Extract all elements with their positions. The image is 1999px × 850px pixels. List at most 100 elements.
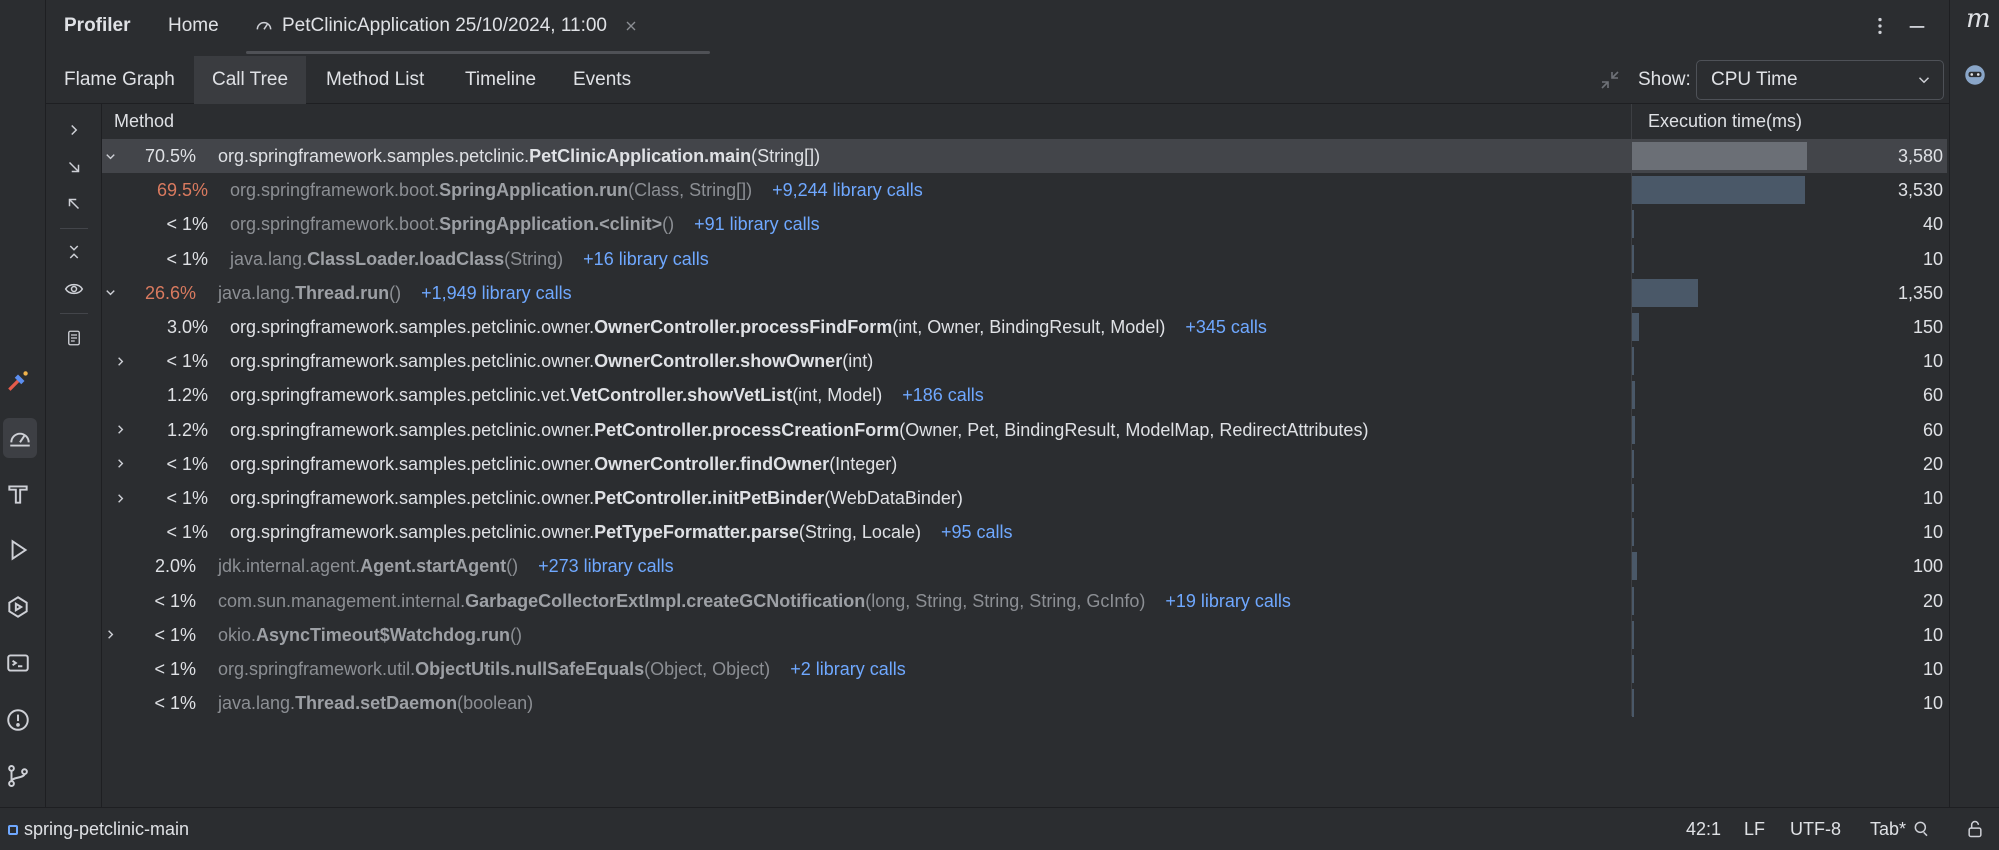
navigate-up-icon[interactable]	[60, 190, 88, 218]
chevron-right-icon[interactable]	[112, 447, 128, 481]
active-tab-indicator	[246, 51, 710, 54]
run-profiler-icon[interactable]	[0, 361, 36, 401]
library-calls-link[interactable]: +16 library calls	[583, 249, 709, 269]
execution-time-bar	[1632, 176, 1805, 205]
row-method: org.springframework.samples.petclinic.ow…	[230, 481, 963, 515]
services-icon[interactable]	[0, 587, 36, 627]
row-method: java.lang.ClassLoader.loadClass(String) +…	[230, 242, 709, 276]
row-method: org.springframework.samples.petclinic.ow…	[230, 447, 897, 481]
project-widget[interactable]: spring-petclinic-main	[8, 808, 189, 850]
column-method[interactable]: Method	[114, 104, 174, 139]
table-row[interactable]: < 1% org.springframework.util.ObjectUtils…	[102, 652, 1947, 686]
problems-icon[interactable]	[0, 700, 36, 740]
lock-icon[interactable]	[1965, 819, 1985, 839]
execution-time-bar	[1632, 518, 1634, 547]
library-calls-link[interactable]: +19 library calls	[1165, 591, 1291, 611]
navigate-down-icon[interactable]	[60, 153, 88, 181]
execution-time-bar	[1632, 142, 1807, 170]
chevron-right-icon[interactable]	[112, 344, 128, 378]
method-name: Thread.setDaemon	[295, 693, 458, 714]
method-name: VetController.showVetList	[570, 385, 793, 406]
table-row[interactable]: 26.6% java.lang.Thread.run() +1,949 librar…	[102, 276, 1947, 310]
table-row[interactable]: < 1% okio.AsyncTimeout$Watchdog.run() 10	[102, 618, 1947, 652]
table-row[interactable]: < 1% org.springframework.samples.petclini…	[102, 344, 1947, 378]
tab-method-list[interactable]: Method List	[308, 56, 442, 104]
table-row[interactable]: < 1% org.springframework.samples.petclini…	[102, 481, 1947, 515]
profiler-icon[interactable]	[3, 418, 37, 458]
build-icon[interactable]	[0, 474, 36, 514]
column-execution-time[interactable]: Execution time(ms)	[1648, 104, 1802, 139]
library-calls-link[interactable]: +91 library calls	[694, 214, 820, 234]
method-args: (int)	[842, 351, 874, 372]
method-package: org.springframework.util.	[218, 659, 416, 679]
library-calls-link[interactable]: +1,949 library calls	[421, 283, 572, 303]
file-encoding[interactable]: UTF-8	[1790, 808, 1841, 850]
chevron-right-icon[interactable]	[112, 413, 128, 447]
expand-icon[interactable]	[60, 116, 88, 144]
method-args: ()	[662, 214, 675, 235]
table-row[interactable]: 70.5% org.springframework.samples.petclin…	[102, 139, 1947, 173]
table-row[interactable]: < 1% org.springframework.boot.SpringAppli…	[102, 207, 1947, 241]
tab-call-tree[interactable]: Call Tree	[194, 56, 307, 104]
table-row[interactable]: 1.2% org.springframework.samples.petclini…	[102, 378, 1947, 412]
terminal-icon[interactable]	[0, 643, 36, 683]
document-icon[interactable]	[60, 324, 88, 352]
chevron-right-icon[interactable]	[112, 481, 128, 515]
method-name: ObjectUtils.nullSafeEquals	[415, 659, 645, 679]
close-icon[interactable]	[623, 18, 639, 34]
execution-time-bar	[1632, 313, 1639, 341]
more-options-icon[interactable]	[1869, 15, 1891, 37]
copilot-icon[interactable]	[1962, 62, 1988, 88]
tab-session[interactable]: PetClinicApplication 25/10/2024, 11:00	[254, 0, 639, 52]
row-percentage: 69.5%	[156, 180, 208, 201]
library-calls-link[interactable]: +2 library calls	[790, 659, 906, 679]
table-row[interactable]: 69.5% org.springframework.boot.SpringAppl…	[102, 173, 1947, 207]
settings-check-icon[interactable]	[1912, 819, 1932, 839]
tab-timeline[interactable]: Timeline	[447, 56, 554, 104]
table-row[interactable]: < 1% java.lang.ClassLoader.loadClass(Stri…	[102, 242, 1947, 276]
method-args: ()	[389, 282, 402, 303]
run-icon[interactable]	[0, 530, 36, 570]
tab-home[interactable]: Home	[168, 0, 219, 52]
method-package: org.springframework.boot.	[230, 214, 440, 235]
table-row[interactable]: < 1% org.springframework.samples.petclini…	[102, 515, 1947, 549]
collapse-arrows-icon[interactable]	[1598, 68, 1622, 92]
show-metric-select[interactable]: CPU Time	[1696, 60, 1944, 100]
minimize-icon[interactable]	[1906, 15, 1928, 37]
library-calls-link[interactable]: +95 calls	[941, 522, 1013, 542]
row-percentage: < 1%	[166, 214, 208, 235]
eye-icon[interactable]	[60, 275, 88, 303]
chevron-down-icon[interactable]	[102, 139, 118, 173]
library-calls-link[interactable]: +345 calls	[1185, 317, 1267, 337]
git-icon[interactable]	[0, 756, 36, 796]
row-method: okio.AsyncTimeout$Watchdog.run()	[218, 618, 522, 652]
indent-setting[interactable]: Tab*	[1870, 808, 1906, 850]
table-row[interactable]: < 1% org.springframework.samples.petclini…	[102, 447, 1947, 481]
row-method: org.springframework.samples.petclinic.Pe…	[218, 139, 820, 173]
row-percentage: < 1%	[154, 624, 196, 645]
tab-events[interactable]: Events	[555, 56, 649, 104]
table-row[interactable]: 2.0% jdk.internal.agent.Agent.startAgent(…	[102, 549, 1947, 583]
chevron-right-icon[interactable]	[102, 618, 118, 652]
caret-position[interactable]: 42:1	[1686, 808, 1721, 850]
collapse-all-icon[interactable]	[60, 238, 88, 266]
view-tabs: Flame Graph Call Tree Method List Timeli…	[46, 56, 1949, 104]
execution-time-bar	[1632, 620, 1634, 649]
method-package: org.springframework.samples.petclinic.ow…	[230, 488, 595, 508]
library-calls-link[interactable]: +9,244 library calls	[772, 180, 923, 200]
ai-assistant-logo[interactable]: m	[1966, 4, 1991, 34]
method-args: (boolean)	[457, 693, 534, 714]
tool-window-header: Profiler Home PetClinicApplication 25/10…	[46, 0, 1949, 54]
table-row[interactable]: < 1% com.sun.management.internal.GarbageC…	[102, 584, 1947, 618]
chevron-down-icon[interactable]	[102, 276, 118, 310]
table-row[interactable]: 3.0% org.springframework.samples.petclini…	[102, 310, 1947, 344]
table-row[interactable]: 1.2% org.springframework.samples.petclini…	[102, 413, 1947, 447]
method-args: (Class, String[])	[628, 180, 753, 201]
execution-time-value: 1,350	[1897, 282, 1943, 303]
library-calls-link[interactable]: +186 calls	[902, 385, 984, 405]
line-separator[interactable]: LF	[1744, 808, 1765, 850]
table-row[interactable]: < 1% java.lang.Thread.setDaemon(boolean) 1…	[102, 686, 1947, 720]
method-package: org.springframework.samples.petclinic.ow…	[230, 522, 595, 543]
tab-flame-graph[interactable]: Flame Graph	[46, 56, 193, 104]
library-calls-link[interactable]: +273 library calls	[538, 556, 674, 576]
